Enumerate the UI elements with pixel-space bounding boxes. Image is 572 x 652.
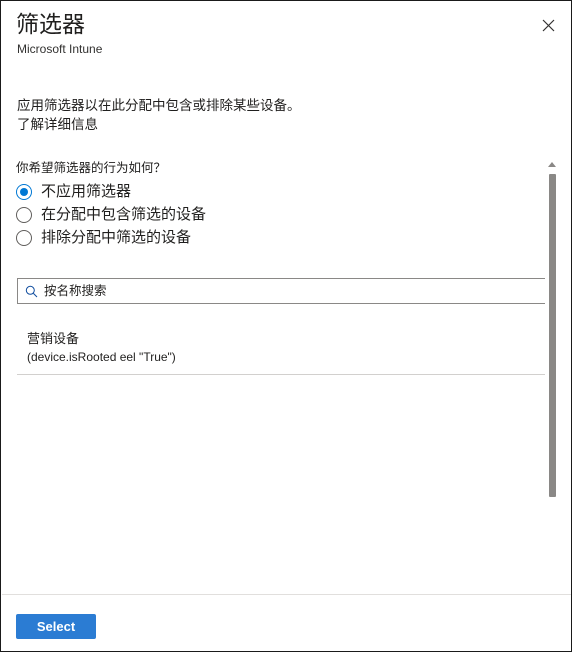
radio-indicator [16,206,32,223]
search-box[interactable] [17,278,548,304]
radio-label: 在分配中包含筛选的设备 [41,205,207,223]
close-icon [542,19,555,32]
vertical-scrollbar[interactable] [545,158,559,594]
page-title: 筛选器 [16,11,85,37]
dialog-subtitle: Microsoft Intune [17,42,103,56]
filter-list: 营销设备 (device.isRooted eel "True") [17,321,548,375]
search-icon [25,285,38,298]
radio-option-no-filter[interactable]: 不应用筛选器 [16,180,206,203]
radio-indicator [16,229,32,246]
dialog-body: 你希望筛选器的行为如何？ 不应用筛选器 在分配中包含筛选的设备 排除分配中筛选的… [2,156,558,593]
list-item[interactable]: 营销设备 (device.isRooted eel "True") [17,321,548,375]
learn-more-link[interactable]: 了解详细信息 [17,115,537,134]
list-item-name: 营销设备 [27,331,80,346]
radio-option-include[interactable]: 在分配中包含筛选的设备 [16,203,206,226]
filter-dialog: 筛选器 Microsoft Intune 应用筛选器以在此分配中包含或排除某些设… [0,0,572,652]
list-item-rule: (device.isRooted eel "True") [27,350,176,364]
dialog-footer: Select [1,595,571,651]
behavior-question-label: 你希望筛选器的行为如何？ [16,161,167,175]
search-input[interactable] [44,280,547,302]
radio-option-exclude[interactable]: 排除分配中筛选的设备 [16,226,206,249]
radio-label: 排除分配中筛选的设备 [41,228,192,246]
radio-indicator [16,183,32,200]
dialog-header: 筛选器 Microsoft Intune [1,1,571,89]
dialog-description: 应用筛选器以在此分配中包含或排除某些设备。 了解详细信息 [17,96,537,134]
close-button[interactable] [531,8,565,42]
filter-mode-radio-group[interactable]: 不应用筛选器 在分配中包含筛选的设备 排除分配中筛选的设备 [16,180,206,249]
scrollbar-thumb[interactable] [549,174,556,497]
radio-label: 不应用筛选器 [41,182,132,200]
chevron-up-icon[interactable] [545,158,559,170]
select-button[interactable]: Select [16,614,96,639]
description-text: 应用筛选器以在此分配中包含或排除某些设备。 [17,98,301,113]
